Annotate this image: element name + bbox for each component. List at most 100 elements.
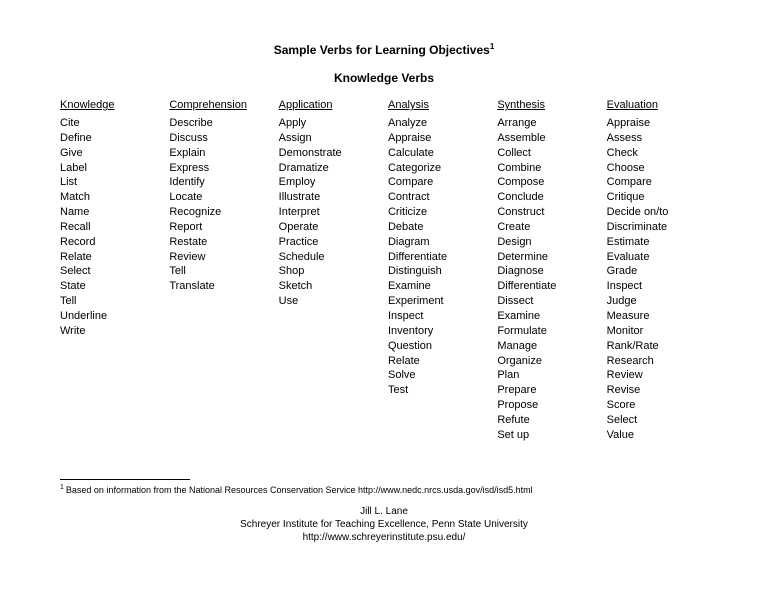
column-application: ApplicationApplyAssignDemonstrateDramati… (279, 99, 380, 443)
verb-word: Critique (607, 190, 708, 205)
verb-word: Rank/Rate (607, 339, 708, 354)
verb-word: Determine (497, 250, 598, 265)
verb-word: Collect (497, 146, 598, 161)
footnote: 1Based on information from the National … (60, 484, 708, 495)
verb-word: List (60, 175, 161, 190)
verb-word: Interpret (279, 205, 380, 220)
verb-word: Solve (388, 368, 489, 383)
verb-word: Relate (60, 250, 161, 265)
verb-word: Record (60, 235, 161, 250)
verb-word: Name (60, 205, 161, 220)
verb-word: Select (60, 264, 161, 279)
verb-word: Plan (497, 368, 598, 383)
column-header: Evaluation (607, 99, 708, 111)
verb-word: Shop (279, 264, 380, 279)
column-knowledge: KnowledgeCiteDefineGiveLabelListMatchNam… (60, 99, 161, 443)
verb-word: Combine (497, 161, 598, 176)
verb-word: Design (497, 235, 598, 250)
verb-word: Tell (169, 264, 270, 279)
page-title: Sample Verbs for Learning Objectives1 (60, 42, 708, 57)
verb-word: Criticize (388, 205, 489, 220)
verb-word: Use (279, 294, 380, 309)
verb-word: Explain (169, 146, 270, 161)
column-analysis: AnalysisAnalyzeAppraiseCalculateCategori… (388, 99, 489, 443)
title-footnote-marker: 1 (490, 42, 494, 51)
verb-word: Test (388, 383, 489, 398)
verb-word: Define (60, 131, 161, 146)
verb-word: Underline (60, 309, 161, 324)
verb-word: Identify (169, 175, 270, 190)
verb-word: Appraise (607, 116, 708, 131)
footnote-marker: 1 (60, 484, 64, 491)
verb-word: Organize (497, 354, 598, 369)
column-synthesis: Synthesis ArrangeAssembleCollectCombine Co… (497, 99, 598, 443)
verb-word: Refute (497, 413, 598, 428)
verb-word: Express (169, 161, 270, 176)
footer: Jill L. Lane Schreyer Institute for Teac… (60, 505, 708, 544)
verb-word: Distinguish (388, 264, 489, 279)
page-subtitle: Knowledge Verbs (60, 71, 708, 85)
verb-word: Appraise (388, 131, 489, 146)
verb-word: Give (60, 146, 161, 161)
verb-word: Formulate (497, 324, 598, 339)
verb-word: Evaluate (607, 250, 708, 265)
verb-word: Operate (279, 220, 380, 235)
verb-word: Check (607, 146, 708, 161)
verb-word: Create (497, 220, 598, 235)
verb-word: Inspect (607, 279, 708, 294)
verb-word: Arrange (497, 116, 598, 131)
footnote-text: Based on information from the National R… (66, 485, 533, 495)
verb-word: Differentiate (497, 279, 598, 294)
verb-word: Manage (497, 339, 598, 354)
verb-word: Assess (607, 131, 708, 146)
verb-word: Categorize (388, 161, 489, 176)
verb-word: Select (607, 413, 708, 428)
footer-author: Jill L. Lane (60, 505, 708, 518)
verb-word: Inspect (388, 309, 489, 324)
title-text: Sample Verbs for Learning Objectives (274, 43, 490, 57)
verb-word: Propose (497, 398, 598, 413)
verb-word: Value (607, 428, 708, 443)
verb-word: Examine (497, 309, 598, 324)
verb-word: Review (169, 250, 270, 265)
verb-word: Apply (279, 116, 380, 131)
verb-word: Relate (388, 354, 489, 369)
verb-word: Research (607, 354, 708, 369)
verb-word: Diagnose (497, 264, 598, 279)
verb-word: Decide on/to (607, 205, 708, 220)
verb-word: Illustrate (279, 190, 380, 205)
verb-word: Describe (169, 116, 270, 131)
verb-word: Judge (607, 294, 708, 309)
verb-word: Discuss (169, 131, 270, 146)
verb-word: Choose (607, 161, 708, 176)
verb-word: Label (60, 161, 161, 176)
footer-url: http://www.schreyerinstitute.psu.edu/ (60, 531, 708, 544)
verb-word: Compare (388, 175, 489, 190)
verb-word: Employ (279, 175, 380, 190)
verb-word: Report (169, 220, 270, 235)
verb-word: Demonstrate (279, 146, 380, 161)
verb-word: Restate (169, 235, 270, 250)
verb-word: Locate (169, 190, 270, 205)
column-header: Knowledge (60, 99, 161, 111)
verb-word: Examine (388, 279, 489, 294)
verb-word: Conclude (497, 190, 598, 205)
verb-word: Discriminate (607, 220, 708, 235)
verb-word: Construct (497, 205, 598, 220)
verb-word: Assemble (497, 131, 598, 146)
document-page: Sample Verbs for Learning Objectives1 Kn… (0, 0, 768, 544)
verb-word: Review (607, 368, 708, 383)
verb-word: Schedule (279, 250, 380, 265)
verb-word: Experiment (388, 294, 489, 309)
verb-word: Question (388, 339, 489, 354)
verb-word: Contract (388, 190, 489, 205)
column-comprehension: ComprehensionDescribeDiscussExplainExpre… (169, 99, 270, 443)
verb-word: Inventory (388, 324, 489, 339)
verb-word: Sketch (279, 279, 380, 294)
verb-columns: KnowledgeCiteDefineGiveLabelListMatchNam… (60, 99, 708, 443)
verb-word: Write (60, 324, 161, 339)
column-header: Synthesis (497, 99, 598, 111)
verb-word: Recall (60, 220, 161, 235)
column-header: Analysis (388, 99, 489, 111)
verb-word: Recognize (169, 205, 270, 220)
